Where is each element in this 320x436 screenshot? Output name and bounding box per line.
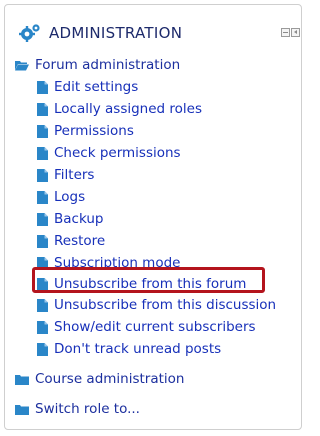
tree-item-switch-role[interactable]: Switch role to... — [15, 399, 140, 419]
tree-item-label: Unsubscribe from this discussion — [54, 297, 277, 313]
tree-item-label: Locally assigned roles — [54, 101, 203, 117]
dock-icon[interactable] — [281, 28, 290, 37]
tree-item-label: Check permissions — [54, 145, 181, 161]
tree-item-locally-assigned-roles[interactable]: Locally assigned roles — [37, 99, 202, 119]
tree-item-check-permissions[interactable]: Check permissions — [37, 143, 181, 163]
document-icon — [37, 80, 48, 94]
tree-item-dont-track-unread[interactable]: Don't track unread posts — [37, 339, 221, 359]
tree-item-unsubscribe-discussion[interactable]: Unsubscribe from this discussion — [37, 295, 276, 315]
folder-open-icon — [15, 60, 29, 71]
collapse-icon[interactable] — [291, 28, 300, 37]
document-icon — [37, 124, 48, 138]
document-icon — [37, 102, 48, 116]
folder-icon — [15, 404, 29, 415]
tree-item-label: Switch role to... — [35, 401, 140, 417]
tree-item-label: Logs — [54, 189, 86, 205]
block-header: ADMINISTRATION — [5, 5, 301, 53]
document-icon — [37, 168, 48, 182]
tree-item-show-edit-subscribers[interactable]: Show/edit current subscribers — [37, 317, 256, 337]
gear-icon — [19, 23, 41, 43]
tree-item-logs[interactable]: Logs — [37, 187, 85, 207]
tree-item-filters[interactable]: Filters — [37, 165, 94, 185]
tree-item-edit-settings[interactable]: Edit settings — [37, 77, 138, 97]
administration-block: ADMINISTRATION Forum administration Edit… — [4, 4, 302, 430]
highlight-box — [32, 267, 265, 293]
tree-item-label: Don't track unread posts — [54, 341, 222, 357]
tree-item-label: Show/edit current subscribers — [54, 319, 256, 335]
tree-item-label: Course administration — [35, 371, 185, 387]
tree-item-course-administration[interactable]: Course administration — [15, 369, 184, 389]
document-icon — [37, 234, 48, 248]
document-icon — [37, 146, 48, 160]
tree-item-label: Permissions — [54, 123, 134, 139]
tree-item-restore[interactable]: Restore — [37, 231, 105, 251]
document-icon — [37, 190, 48, 204]
document-icon — [37, 298, 48, 312]
document-icon — [37, 320, 48, 334]
tree-item-label: Backup — [54, 211, 104, 227]
tree-item-backup[interactable]: Backup — [37, 209, 104, 229]
tree-item-label: Restore — [54, 233, 106, 249]
document-icon — [37, 342, 48, 356]
tree-item-forum-administration[interactable]: Forum administration — [15, 55, 180, 75]
document-icon — [37, 212, 48, 226]
folder-icon — [15, 374, 29, 385]
tree-item-permissions[interactable]: Permissions — [37, 121, 134, 141]
tree-item-label: Forum administration — [35, 57, 181, 73]
tree-item-label: Edit settings — [54, 79, 139, 95]
tree-item-label: Filters — [54, 167, 95, 183]
block-title: ADMINISTRATION — [49, 24, 183, 42]
